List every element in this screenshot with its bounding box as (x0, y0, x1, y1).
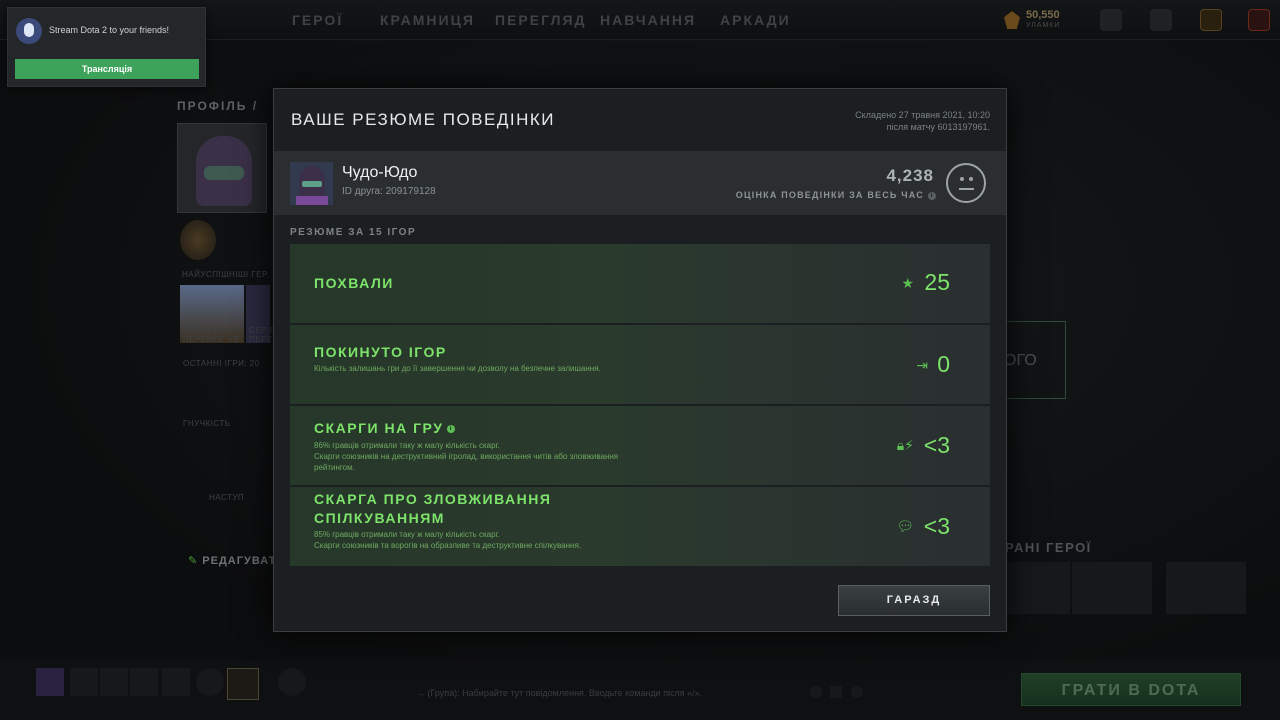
series-sub: ПЕРЕМОГ УВ (183, 335, 240, 344)
nav-arcade[interactable]: АРКАДИ (720, 12, 791, 28)
row-value: 0 (937, 351, 950, 377)
row-title: ПОКИНУТО ІГОР (314, 344, 447, 360)
party-slot[interactable] (130, 668, 158, 696)
nav-watch[interactable]: ПЕРЕГЛЯД (495, 12, 587, 28)
row-description: Кількість залишань гри до її завершення … (314, 364, 601, 373)
series-label: СЕРІЯ (249, 326, 276, 335)
last-games-label: ОСТАННІ ІГРИ: 20 (183, 359, 260, 368)
shards-counter[interactable]: 50,550 УЛАМКИ (1004, 8, 1084, 32)
row-comm-reports: СКАРГА ПРО ЗЛОВЖИВАННЯ СПІЛКУВАННЯМ 85% … (290, 487, 990, 566)
nav-store[interactable]: КРАМНИЦЯ (380, 12, 475, 28)
row-title: ПОХВАЛИ (314, 275, 394, 291)
summary-rows: ПОХВАЛИ ★ 25 ПОКИНУТО ІГОР Кількість зал… (290, 244, 990, 568)
info-icon[interactable]: i (447, 425, 456, 434)
party-icon[interactable] (278, 668, 306, 696)
row-description: Скарги союзників та ворогів на образливе… (314, 541, 582, 550)
shard-icon (1004, 11, 1020, 29)
user-bar: Чудо-Юдо ID друга: 209179128 4,238 ОЦІНК… (274, 151, 1006, 215)
summary-label: РЕЗЮМЕ ЗА 15 ІГОР (290, 227, 417, 238)
row-title: СКАРГИ НА ГРУ i (314, 420, 456, 436)
chat-icon: 💬︎ (896, 518, 914, 534)
chat-settings-icon[interactable] (830, 686, 842, 698)
push-label: НАСТУП (209, 493, 245, 502)
play-dota-button[interactable]: ГРАТИ В DOTA (1021, 673, 1241, 706)
friend-id: ID друга: 209179128 (342, 186, 436, 197)
nav-learn[interactable]: НАВЧАННЯ (600, 12, 696, 28)
row-value: <3 (923, 432, 950, 458)
headset-icon[interactable] (196, 668, 224, 696)
shards-value: 50,550 (1026, 9, 1060, 21)
mail-icon[interactable] (1100, 9, 1122, 31)
row-game-reports: СКАРГИ НА ГРУ i 86% гравців отримали таку… (290, 406, 990, 485)
edit-button[interactable]: ✎ РЕДАГУВАТ (188, 554, 276, 567)
user-avatar (290, 162, 333, 205)
series-label: СЕРІЯ 12 (183, 326, 223, 335)
shards-label: УЛАМКИ (1026, 22, 1061, 29)
row-value: <3 (923, 513, 950, 539)
star-icon: ★ (901, 275, 914, 291)
broadcast-button[interactable]: Трансляція (15, 59, 199, 79)
fav-hero-slot[interactable] (1072, 562, 1152, 614)
row-commends: ПОХВАЛИ ★ 25 (290, 244, 990, 323)
help-icon[interactable] (851, 686, 863, 698)
ok-button[interactable]: ГАРАЗД (838, 585, 990, 616)
profile-avatar[interactable] (177, 123, 267, 213)
battle-cup-icon[interactable] (227, 668, 259, 700)
behavior-summary-dialog: ВАШЕ РЕЗЮМЕ ПОВЕДІНКИ Складено 27 травня… (273, 88, 1007, 632)
behavior-score: 4,238 (886, 166, 934, 185)
party-slot[interactable] (100, 668, 128, 696)
flex-label: ГНУЧКІСТЬ (183, 419, 231, 428)
compiled-info: Складено 27 травня 2021, 10:20 після мат… (855, 110, 990, 132)
dialog-title: ВАШЕ РЕЗЮМЕ ПОВЕДІНКИ (291, 110, 555, 129)
party-slot[interactable] (70, 668, 98, 696)
row-value: 25 (924, 269, 950, 295)
row-abandons: ПОКИНУТО ІГОР Кількість залишань гри до … (290, 325, 990, 404)
neutral-face-icon (946, 163, 986, 203)
row-description: 85% гравців отримали таку ж малу кількіс… (314, 530, 500, 539)
exit-icon: ⇥ (916, 357, 928, 373)
score-label: ОЦІНКА ПОВЕДІНКИ ЗА ВЕСЬ ЧАС i (736, 190, 936, 200)
nav-heroes[interactable]: ГЕРОЇ (292, 12, 343, 28)
stream-avatar-icon (16, 18, 42, 44)
armory-icon[interactable] (1150, 9, 1172, 31)
rank-medal-icon (180, 220, 216, 260)
info-icon[interactable]: i (928, 191, 936, 200)
fav-hero-slot[interactable] (1166, 562, 1246, 614)
power-icon[interactable] (1248, 9, 1270, 31)
globe-icon[interactable] (810, 686, 822, 698)
row-description: Скарги союзників на деструктивний ігрола… (314, 452, 619, 472)
chat-input[interactable]: → (Група): Набирайте тут повідомлення. В… (416, 688, 702, 698)
plus-icon[interactable] (1200, 9, 1222, 31)
stream-notification: Stream Dota 2 to your friends! Трансляці… (7, 7, 206, 87)
favorite-heroes-label: РАНІ ГЕРОЇ (1005, 540, 1092, 555)
party-slot[interactable] (162, 668, 190, 696)
best-heroes-label: НАЙУСПІШНІШІ ГЕР (182, 270, 268, 279)
lock-bolt-icon: 🔒︎⚡︎ (896, 437, 914, 453)
row-description: 86% гравців отримали таку ж малу кількіс… (314, 441, 500, 450)
row-title: СПІЛКУВАННЯМ (314, 510, 445, 526)
party-avatar[interactable] (36, 668, 64, 696)
row-title: СКАРГА ПРО ЗЛОВЖИВАННЯ (314, 491, 552, 507)
notification-text: Stream Dota 2 to your friends! (49, 25, 170, 35)
user-name: Чудо-Юдо (342, 164, 418, 181)
profile-label: ПРОФІЛЬ / (177, 99, 259, 113)
